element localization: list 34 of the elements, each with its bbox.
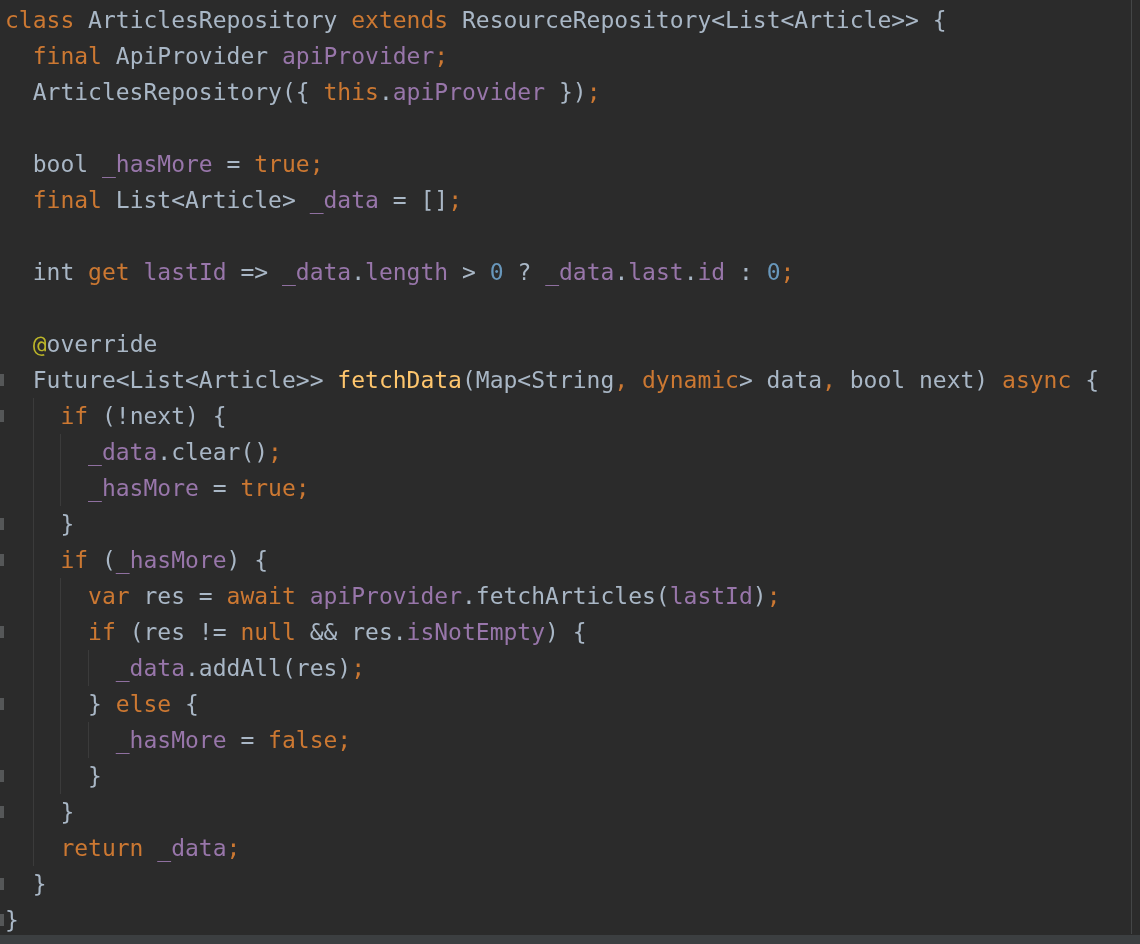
- horizontal-scrollbar[interactable]: [0, 935, 1140, 944]
- code-line: _hasMore = true;: [87, 474, 310, 504]
- fold-marker-icon[interactable]: [0, 770, 4, 782]
- code-line: int get lastId => _data.length > 0 ? _data.last.id : 0;: [31, 258, 795, 288]
- code-line: return _data;: [59, 834, 241, 864]
- fold-marker-icon[interactable]: [0, 410, 4, 422]
- fold-marker-icon[interactable]: [0, 914, 4, 926]
- fold-marker-icon[interactable]: [0, 806, 4, 818]
- code-line: if (res != null && res.isNotEmpty) {: [87, 618, 587, 647]
- code-line: Future<List<Article>> fetchData(Map<String, dynamic> data, bool next) async {: [31, 366, 1099, 395]
- code-line: class ArticlesRepository extends ResourceRepository<List<Article>> {: [5, 6, 947, 35]
- code-line: final List<Article> _data = [];: [31, 186, 462, 216]
- code-line: final ApiProvider apiProvider;: [31, 42, 449, 71]
- code-line: _data.clear();: [87, 438, 282, 468]
- code-line: bool _hasMore = true;: [31, 150, 324, 180]
- code-line: }: [59, 510, 75, 539]
- code-line: }: [5, 906, 19, 935]
- fold-marker-icon[interactable]: [0, 518, 4, 530]
- code-line: if (!next) {: [59, 402, 227, 431]
- code-line: var res = await apiProvider.fetchArticles(lastId);: [87, 582, 781, 611]
- code-line: }: [87, 762, 102, 791]
- fold-marker-icon[interactable]: [0, 698, 4, 710]
- fold-marker-icon[interactable]: [0, 554, 4, 566]
- code-line: }: [31, 870, 47, 899]
- code-line: ArticlesRepository({ this.apiProvider });: [31, 78, 601, 107]
- fold-marker-icon[interactable]: [0, 878, 4, 890]
- code-line: if (_hasMore) {: [59, 546, 269, 576]
- code-line: _hasMore = false;: [114, 726, 352, 756]
- code-line: }: [59, 798, 75, 827]
- code-line: } else {: [87, 690, 199, 719]
- code-line: @override: [31, 330, 158, 359]
- fold-marker-icon[interactable]: [0, 626, 4, 638]
- fold-marker-icon[interactable]: [0, 374, 4, 386]
- code-line: _data.addAll(res);: [114, 654, 366, 684]
